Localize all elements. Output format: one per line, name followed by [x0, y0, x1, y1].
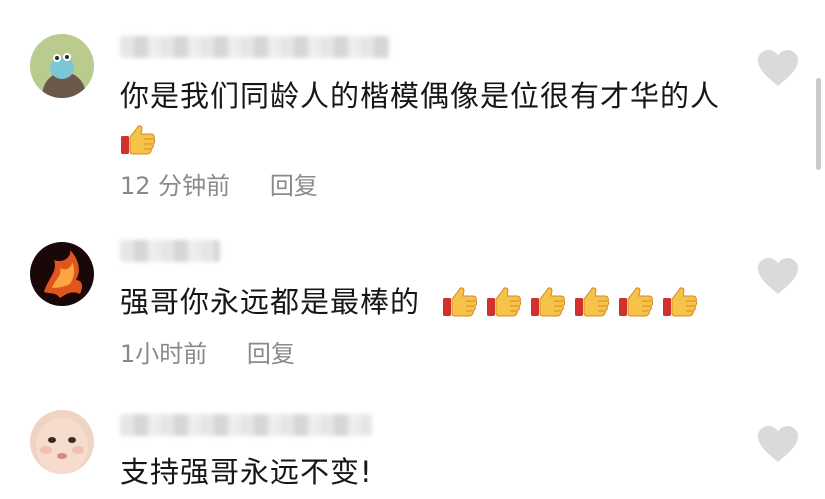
- heart-outline-icon[interactable]: [756, 48, 800, 88]
- heart-outline-icon[interactable]: [756, 256, 800, 296]
- comment-text: 你是我们同龄人的楷模偶像是位很有才华的人: [120, 74, 720, 162]
- comment-meta: 1小时前 回复: [120, 334, 295, 369]
- emoji-group: [442, 285, 706, 319]
- reply-button[interactable]: 回复: [270, 166, 318, 201]
- thumbs-up-emoji-icon: [486, 284, 522, 318]
- thumbs-up-emoji-icon: [574, 284, 610, 318]
- thumbs-up-emoji-icon: [618, 284, 654, 318]
- username-blurred[interactable]: [120, 36, 390, 58]
- thumbs-up-emoji-icon: [530, 284, 566, 318]
- reply-button[interactable]: 回复: [247, 334, 295, 369]
- comment-meta: 12 分钟前 回复: [120, 166, 318, 201]
- thumbs-up-emoji-icon: [442, 284, 478, 318]
- comment-text: 支持强哥永远不变!: [120, 455, 373, 489]
- emoji-group: [120, 123, 164, 157]
- thumbs-up-emoji-icon: [120, 122, 156, 156]
- comment-text: 强哥你永远都是最棒的: [120, 280, 720, 324]
- comment-time: 12 分钟前: [120, 172, 231, 200]
- username-blurred[interactable]: [120, 414, 372, 436]
- avatar[interactable]: [30, 242, 94, 306]
- scrollbar[interactable]: [816, 78, 821, 170]
- thumbs-up-emoji-icon: [662, 284, 698, 318]
- comment-time: 1小时前: [120, 340, 208, 368]
- heart-outline-icon[interactable]: [756, 424, 800, 464]
- avatar[interactable]: [30, 410, 94, 474]
- avatar[interactable]: [30, 34, 94, 98]
- username-blurred[interactable]: [120, 240, 220, 262]
